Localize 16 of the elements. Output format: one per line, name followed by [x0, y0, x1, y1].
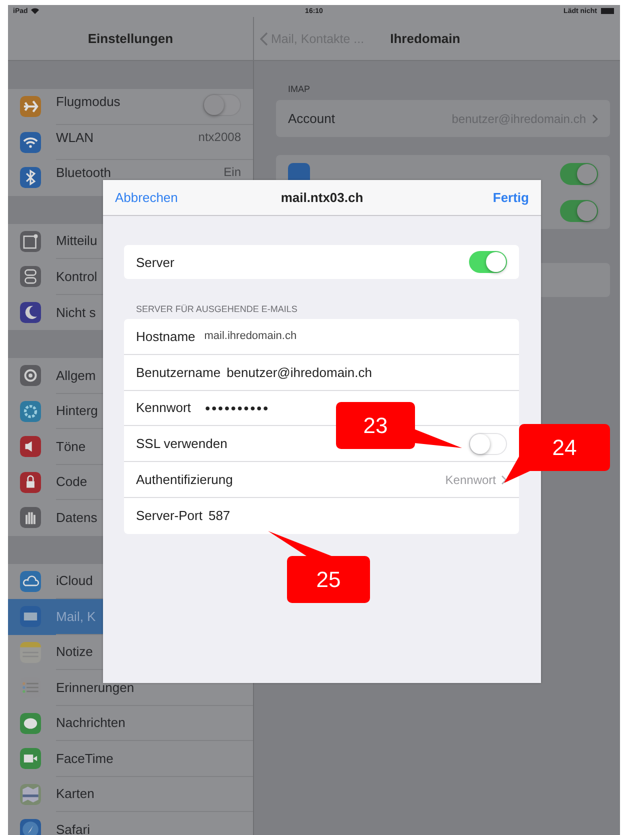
- callout-label: 24: [519, 424, 610, 471]
- setting-label: Server: [136, 254, 174, 270]
- setting-label: Server-Port: [136, 508, 202, 524]
- section-header: IMAP: [287, 84, 312, 94]
- setting-label: SSL verwenden: [136, 436, 228, 452]
- setting-label: Kennwort: [136, 400, 191, 416]
- setting-value: Ein: [224, 165, 241, 179]
- section-header: SERVER FÜR AUSGEHENDE E-MAILS: [136, 304, 298, 314]
- setting-value: Kennwort: [445, 472, 496, 487]
- callout-label: 23: [336, 402, 415, 449]
- setting-label: Hostname: [136, 328, 196, 344]
- setting-label: Benutzername: [136, 364, 221, 380]
- dialog-title: mail.ntx03.ch: [280, 190, 364, 205]
- sidebar-title: Einstellungen: [88, 31, 174, 46]
- setting-value: ntx2008: [198, 130, 241, 144]
- page-title: Ihredomain: [390, 31, 460, 46]
